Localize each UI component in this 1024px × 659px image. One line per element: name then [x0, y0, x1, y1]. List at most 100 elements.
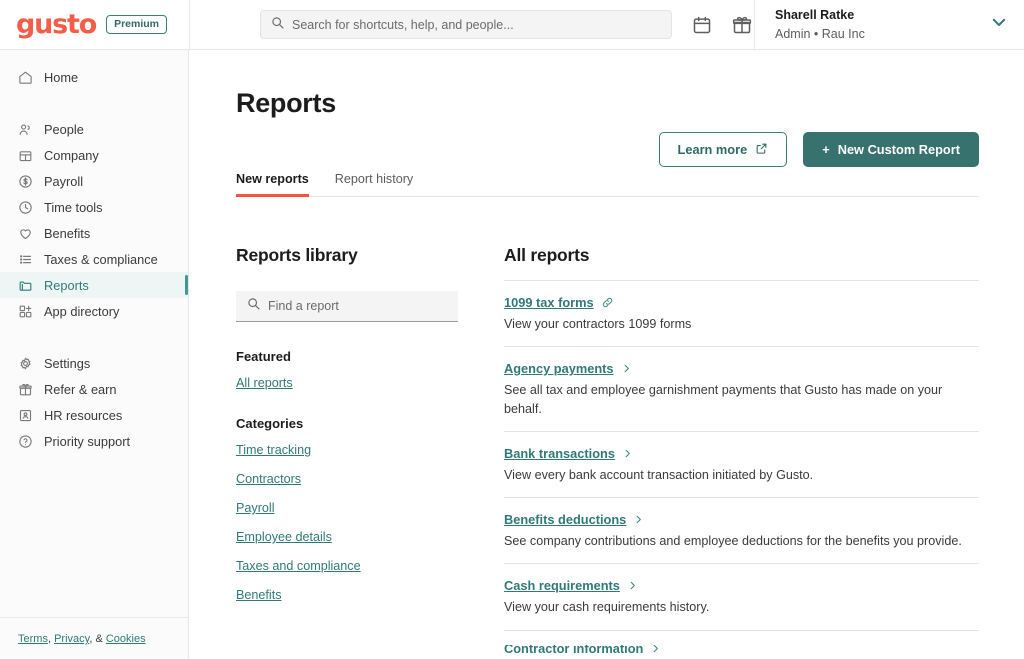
footer-sep-2: , & — [89, 633, 106, 645]
report-link-bank-transactions[interactable]: Bank transactions — [504, 446, 615, 461]
sidebar-item-refer-earn[interactable]: Refer & earn — [0, 376, 188, 402]
find-report-input[interactable]: Find a report — [236, 291, 458, 322]
user-identity: Sharell Ratke Admin • Rau Inc — [775, 6, 865, 42]
report-link-row: Cash requirements — [504, 578, 979, 593]
sidebar-label-reports: Reports — [44, 277, 89, 293]
category-link-taxes-and-compliance[interactable]: Taxes and compliance — [236, 559, 361, 573]
report-link-benefits-deductions[interactable]: Benefits deductions — [504, 512, 626, 527]
sidebar-label-refer-earn: Refer & earn — [44, 381, 117, 397]
sidebar-group-secondary: Settings Refer & earn HR resources Prior… — [0, 336, 188, 454]
global-search-input[interactable]: Search for shortcuts, help, and people..… — [260, 10, 672, 39]
sidebar-item-settings[interactable]: Settings — [0, 350, 188, 376]
report-link-row: Contractor information — [504, 645, 979, 653]
all-reports-title: All reports — [504, 245, 590, 265]
gusto-logo[interactable]: gusto — [16, 11, 97, 38]
sidebar-item-hr-resources[interactable]: HR resources — [0, 402, 188, 428]
categories-heading: Categories — [236, 416, 304, 431]
page-header: Reports Learn more + New Custom Report N… — [236, 50, 979, 197]
terms-link[interactable]: Terms — [18, 633, 48, 645]
report-description: View your contractors 1099 forms — [504, 317, 692, 331]
report-link-row: Agency payments — [504, 361, 979, 376]
chevron-down-icon[interactable] — [990, 13, 1008, 36]
new-custom-report-button[interactable]: + New Custom Report — [803, 132, 979, 167]
sidebar-label-payroll: Payroll — [44, 173, 84, 189]
search-icon — [247, 297, 260, 315]
sidebar-item-app-directory[interactable]: App directory — [0, 298, 188, 324]
sidebar-label-app-directory: App directory — [44, 303, 120, 319]
sidebar-item-people[interactable]: People — [0, 116, 188, 142]
sidebar-item-time-tools[interactable]: Time tools — [0, 194, 188, 220]
external-link-icon — [755, 142, 768, 158]
category-link-contractors[interactable]: Contractors — [236, 472, 301, 486]
find-report-placeholder: Find a report — [268, 299, 339, 313]
report-item: Contractor information — [504, 629, 979, 653]
page-actions: Learn more + New Custom Report — [658, 132, 979, 167]
gear-icon — [18, 356, 33, 371]
heart-icon — [18, 226, 33, 241]
report-item: Agency payments See all tax and employee… — [504, 346, 979, 431]
chevron-right-icon — [633, 514, 644, 525]
report-link-cash-requirements[interactable]: Cash requirements — [504, 578, 620, 593]
reports-library-panel: Reports library Find a report Featured A… — [236, 245, 482, 653]
calendar-icon[interactable] — [692, 15, 712, 35]
category-link-benefits[interactable]: Benefits — [236, 588, 282, 602]
gift-icon — [18, 382, 33, 397]
category-link-time-tracking[interactable]: Time tracking — [236, 443, 311, 457]
learn-more-button[interactable]: Learn more — [658, 132, 788, 167]
page-title: Reports — [236, 88, 336, 118]
report-link-row: 1099 tax forms — [504, 295, 979, 310]
plus-icon: + — [822, 142, 830, 157]
sidebar-item-company[interactable]: Company — [0, 142, 188, 168]
reports-content: Reports library Find a report Featured A… — [236, 245, 979, 653]
cookies-link[interactable]: Cookies — [106, 633, 146, 645]
topbar-icon-group — [692, 15, 752, 35]
sidebar-label-time-tools: Time tools — [44, 199, 103, 215]
global-search-placeholder: Search for shortcuts, help, and people..… — [292, 17, 514, 32]
chevron-right-icon — [627, 580, 638, 591]
report-link-row: Benefits deductions — [504, 512, 979, 527]
report-description: See company contributions and employee d… — [504, 534, 962, 548]
category-link-payroll[interactable]: Payroll — [236, 501, 275, 515]
sidebar-item-benefits[interactable]: Benefits — [0, 220, 188, 246]
sidebar-item-home[interactable]: Home — [0, 64, 188, 90]
report-link-contractor-information[interactable]: Contractor information — [504, 645, 643, 653]
search-icon — [271, 16, 284, 34]
brand-zone: gusto Premium — [0, 0, 189, 49]
link-icon — [601, 296, 614, 309]
featured-link-all-reports[interactable]: All reports — [236, 376, 293, 390]
payroll-icon — [18, 174, 33, 189]
company-icon — [18, 148, 33, 163]
chevron-right-icon — [650, 644, 661, 653]
body: Home People Company Payroll Time tools B… — [0, 50, 1024, 659]
app-root: gusto Premium Search for shortcuts, help… — [0, 0, 1024, 659]
report-description: View your cash requirements history. — [504, 600, 710, 615]
sidebar-item-payroll[interactable]: Payroll — [0, 168, 188, 194]
category-link-employee-details[interactable]: Employee details — [236, 530, 332, 544]
tab-new-reports[interactable]: New reports — [236, 172, 309, 197]
sidebar-item-taxes-compliance[interactable]: Taxes & compliance — [0, 246, 188, 272]
sidebar-item-priority-support[interactable]: Priority support — [0, 428, 188, 454]
sidebar-item-reports[interactable]: Reports — [0, 272, 188, 298]
support-icon — [18, 434, 33, 449]
report-item: Cash requirements View your cash require… — [504, 563, 979, 629]
user-menu[interactable]: Sharell Ratke Admin • Rau Inc — [754, 0, 1024, 49]
gift-icon[interactable] — [732, 15, 752, 35]
sidebar-footer: Terms, Privacy, & Cookies — [0, 617, 188, 659]
report-item: Bank transactions View every bank accoun… — [504, 430, 979, 497]
report-link-agency-payments[interactable]: Agency payments — [504, 361, 614, 376]
sidebar-label-priority-support: Priority support — [44, 433, 131, 449]
tab-report-history[interactable]: Report history — [335, 172, 413, 196]
reports-library-title: Reports library — [236, 245, 358, 265]
sidebar-label-benefits: Benefits — [44, 225, 91, 241]
report-item: 1099 tax forms View your contractors 109… — [504, 280, 979, 346]
report-link-1099-tax-forms[interactable]: 1099 tax forms — [504, 295, 594, 310]
privacy-link[interactable]: Privacy — [54, 633, 89, 645]
premium-badge: Premium — [106, 14, 168, 35]
apps-icon — [18, 304, 33, 319]
user-name: Sharell Ratke — [775, 8, 855, 23]
sidebar-label-company: Company — [44, 147, 99, 163]
folder-icon — [18, 278, 33, 293]
sidebar-label-settings: Settings — [44, 355, 91, 371]
report-description: See all tax and employee garnishment pay… — [504, 383, 943, 416]
